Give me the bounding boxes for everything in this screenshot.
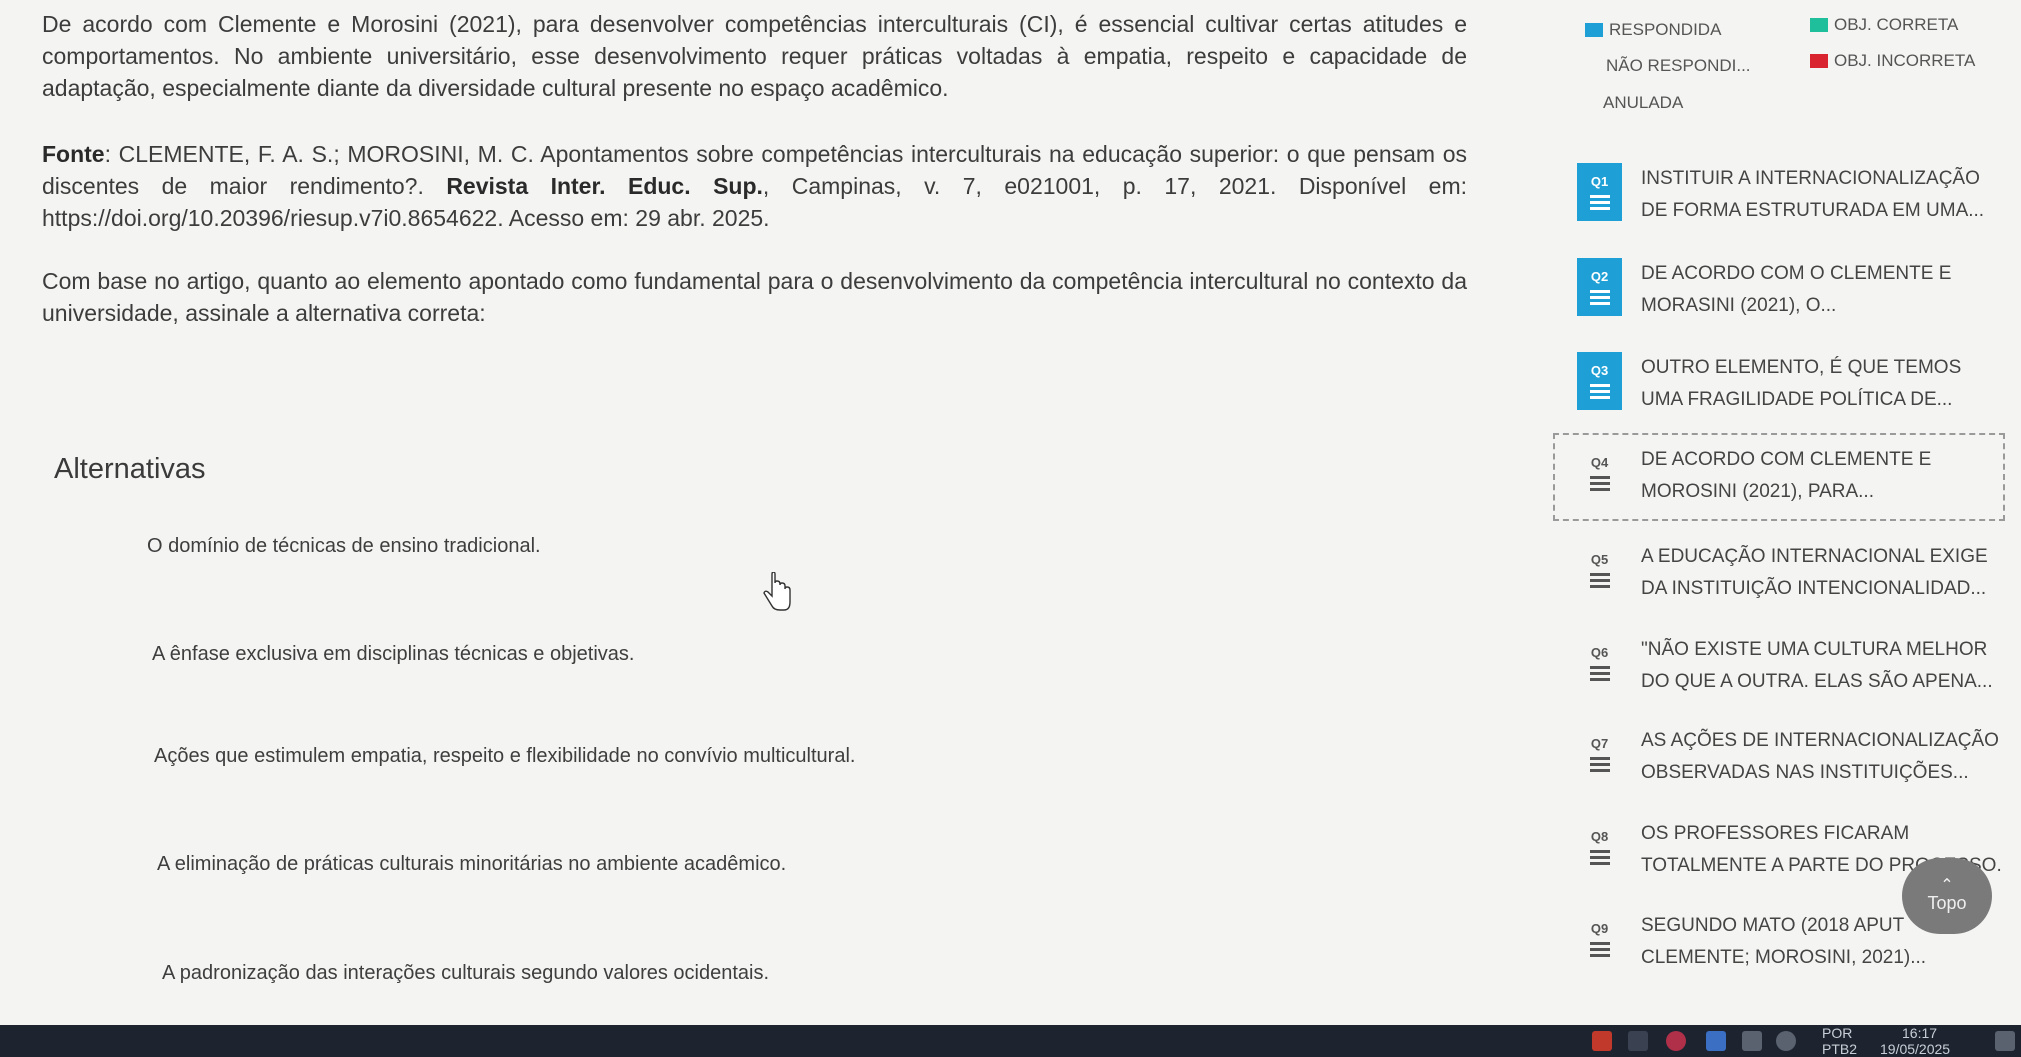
- question-number: Q8: [1590, 828, 1609, 844]
- question-intro: De acordo com Clemente e Morosini (2021)…: [42, 11, 1467, 101]
- question-badge: Q5: [1577, 541, 1622, 599]
- legend-annulled: ANULADA: [1603, 93, 1683, 113]
- question-prompt: Com base no artigo, quanto ao elemento a…: [42, 268, 1467, 326]
- question-preview-line: DE ACORDO COM CLEMENTE E: [1641, 449, 1932, 470]
- legend-answered: RESPONDIDA: [1585, 20, 1721, 40]
- network-icon[interactable]: [1742, 1031, 1762, 1051]
- question-preview: AS AÇÕES DE INTERNACIONALIZAÇÃO OBSERVAD…: [1641, 725, 2001, 789]
- list-icon: [1589, 289, 1610, 306]
- incorrect-swatch-icon: [1810, 54, 1828, 68]
- question-preview: DE ACORDO COM O CLEMENTE E MORASINI (202…: [1641, 258, 2001, 322]
- question-preview-line: AS AÇÕES DE INTERNACIONALIZAÇÃO: [1641, 730, 1999, 751]
- question-source: Fonte: CLEMENTE, F. A. S.; MOROSINI, M. …: [42, 138, 1467, 234]
- source-label: Fonte: [42, 141, 105, 167]
- source-journal: Revista Inter. Educ. Sup.: [446, 173, 763, 199]
- answered-swatch-icon: [1585, 23, 1603, 37]
- correct-swatch-icon: [1810, 18, 1828, 32]
- keyboard-language[interactable]: POR: [1822, 1025, 1852, 1041]
- alternative-option[interactable]: A padronização das interações culturais …: [162, 962, 769, 985]
- alternative-option[interactable]: A ênfase exclusiva em disciplinas técnic…: [152, 643, 634, 666]
- alternative-option[interactable]: Ações que estimulem empatia, respeito e …: [154, 745, 855, 768]
- list-icon: [1589, 849, 1610, 866]
- alternative-option[interactable]: A eliminação de práticas culturais minor…: [157, 853, 786, 876]
- question-nav-item-q1[interactable]: Q1 INSTITUIR A INTERNACIONALIZAÇÃO DE FO…: [1565, 163, 2005, 243]
- question-preview-line: DO QUE A OUTRA. ELAS SÃO APENA...: [1641, 671, 1993, 692]
- question-number: Q3: [1590, 362, 1609, 378]
- list-icon: [1589, 665, 1610, 682]
- shield-icon[interactable]: [1706, 1031, 1726, 1051]
- antivirus-icon[interactable]: [1666, 1031, 1686, 1051]
- question-preview-line: OUTRO ELEMENTO, É QUE TEMOS: [1641, 357, 1962, 378]
- question-number: Q4: [1590, 454, 1609, 470]
- question-number: Q2: [1590, 268, 1609, 284]
- alternatives-heading: Alternativas: [54, 453, 206, 485]
- legend-correct-label: OBJ. CORRETA: [1834, 15, 1959, 34]
- legend-incorrect-label: OBJ. INCORRETA: [1834, 51, 1976, 70]
- question-preview-line: MORASINI (2021), O...: [1641, 295, 1837, 316]
- question-preview: "NÃO EXISTE UMA CULTURA MELHOR DO QUE A …: [1641, 634, 2001, 698]
- list-icon: [1589, 475, 1610, 492]
- taskbar: POR PTB2 16:17 19/05/2025: [0, 1025, 2021, 1057]
- question-preview: OUTRO ELEMENTO, É QUE TEMOS UMA FRAGILID…: [1641, 352, 2001, 416]
- question-preview-line: MOROSINI (2021), PARA...: [1641, 481, 1874, 502]
- list-icon: [1589, 756, 1610, 773]
- question-badge: Q4: [1577, 444, 1622, 502]
- question-preview-line: INSTITUIR A INTERNACIONALIZAÇÃO: [1641, 168, 1980, 189]
- question-number: Q5: [1590, 551, 1609, 567]
- legend-annulled-label: ANULADA: [1603, 93, 1684, 112]
- question-nav-item-q5[interactable]: Q5 A EDUCAÇÃO INTERNACIONAL EXIGE DA INS…: [1565, 541, 2005, 621]
- question-preview: DE ACORDO COM CLEMENTE E MOROSINI (2021)…: [1641, 444, 2001, 508]
- question-preview-line: CLEMENTE; MOROSINI, 2021)...: [1641, 947, 1927, 968]
- question-preview-line: OBSERVADAS NAS INSTITUIÇÕES...: [1641, 762, 1969, 783]
- list-icon: [1589, 383, 1610, 400]
- chevron-up-icon: ⌃: [1940, 876, 1954, 894]
- question-nav-item-q2[interactable]: Q2 DE ACORDO COM O CLEMENTE E MORASINI (…: [1565, 258, 2005, 338]
- question-number: Q6: [1590, 644, 1609, 660]
- question-nav-item-q7[interactable]: Q7 AS AÇÕES DE INTERNACIONALIZAÇÃO OBSER…: [1565, 725, 2005, 805]
- question-badge: Q6: [1577, 634, 1622, 692]
- question-preview-line: DE FORMA ESTRUTURADA EM UMA...: [1641, 200, 1985, 221]
- alternative-option[interactable]: O domínio de técnicas de ensino tradicio…: [147, 535, 541, 558]
- list-icon: [1589, 941, 1610, 958]
- hand-cursor-icon: [763, 572, 791, 611]
- question-preview: A EDUCAÇÃO INTERNACIONAL EXIGE DA INSTIT…: [1641, 541, 2001, 605]
- question-preview-line: UMA FRAGILIDADE POLÍTICA DE...: [1641, 389, 1953, 410]
- question-preview-line: OS PROFESSORES FICARAM: [1641, 823, 1910, 844]
- app-icon[interactable]: [1592, 1031, 1612, 1051]
- question-badge: Q8: [1577, 818, 1622, 876]
- legend-incorrect: OBJ. INCORRETA: [1810, 51, 1975, 71]
- clock-date[interactable]: 19/05/2025: [1880, 1041, 1950, 1057]
- question-number: Q7: [1590, 735, 1609, 751]
- keyboard-layout[interactable]: PTB2: [1822, 1041, 1857, 1057]
- legend-answered-label: RESPONDIDA: [1609, 20, 1722, 39]
- volume-icon[interactable]: [1776, 1031, 1796, 1051]
- question-badge: Q2: [1577, 258, 1622, 316]
- question-area: De acordo com Clemente e Morosini (2021)…: [0, 0, 1480, 1025]
- question-preview-line: DE ACORDO COM O CLEMENTE E: [1641, 263, 1952, 284]
- question-nav-item-q3[interactable]: Q3 OUTRO ELEMENTO, É QUE TEMOS UMA FRAGI…: [1565, 352, 2005, 432]
- question-badge: Q3: [1577, 352, 1622, 410]
- question-nav-item-q4[interactable]: Q4 DE ACORDO COM CLEMENTE E MOROSINI (20…: [1553, 433, 2005, 521]
- clock-time[interactable]: 16:17: [1902, 1025, 1937, 1041]
- question-preview: INSTITUIR A INTERNACIONALIZAÇÃO DE FORMA…: [1641, 163, 2001, 227]
- notification-icon[interactable]: [1995, 1031, 2015, 1051]
- question-nav-item-q6[interactable]: Q6 "NÃO EXISTE UMA CULTURA MELHOR DO QUE…: [1565, 634, 2005, 714]
- back-to-top-label: Topo: [1927, 892, 1967, 913]
- question-badge: Q1: [1577, 163, 1622, 221]
- question-number: Q9: [1590, 920, 1609, 936]
- question-preview-line: A EDUCAÇÃO INTERNACIONAL EXIGE: [1641, 546, 1988, 567]
- back-to-top-button[interactable]: ⌃ Topo: [1902, 858, 1992, 934]
- legend-unanswered-label: NÃO RESPONDI...: [1606, 56, 1751, 75]
- legend-unanswered: NÃO RESPONDI...: [1606, 56, 1751, 76]
- question-badge: Q7: [1577, 725, 1622, 783]
- grid-icon[interactable]: [1628, 1031, 1648, 1051]
- question-preview-line: DA INSTITUIÇÃO INTENCIONALIDAD...: [1641, 578, 1987, 599]
- question-badge: Q9: [1577, 910, 1622, 968]
- list-icon: [1589, 572, 1610, 589]
- list-icon: [1589, 194, 1610, 211]
- question-number: Q1: [1590, 173, 1609, 189]
- question-preview-line: "NÃO EXISTE UMA CULTURA MELHOR: [1641, 639, 1988, 660]
- legend-correct: OBJ. CORRETA: [1810, 15, 1958, 35]
